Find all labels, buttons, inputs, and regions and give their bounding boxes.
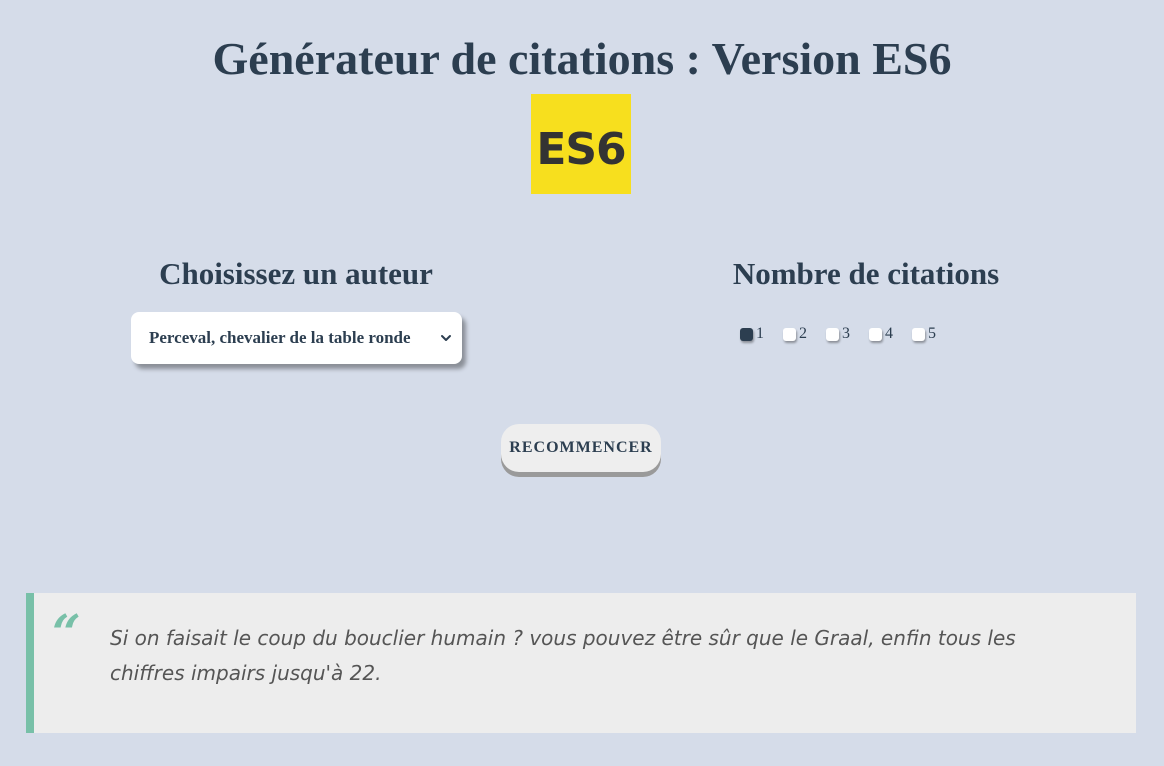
count-label-5: 5 [928, 325, 936, 342]
count-option-5[interactable]: 5 [912, 325, 936, 343]
count-label-4: 4 [885, 325, 893, 342]
page-title: Générateur de citations : Version ES6 [212, 33, 952, 84]
count-checkbox-3[interactable] [826, 327, 839, 341]
count-label-1: 1 [756, 325, 764, 342]
count-label-2: 2 [799, 325, 807, 342]
quote-text: Si on faisait le coup du bouclier humain… [110, 626, 1016, 685]
count-checkbox-2[interactable] [783, 327, 796, 341]
reset-button[interactable]: RECOMMENCER [501, 424, 661, 472]
quote-icon: “ [52, 603, 81, 662]
count-checkbox-5[interactable] [912, 327, 925, 341]
count-option-1[interactable]: 1 [740, 325, 764, 343]
count-checkbox-4[interactable] [869, 327, 882, 341]
author-select-value: Perceval, chevalier de la table ronde [149, 328, 411, 347]
count-option-4[interactable]: 4 [869, 325, 893, 343]
count-section-title: Nombre de citations [732, 256, 1000, 291]
count-option-2[interactable]: 2 [783, 325, 807, 343]
quote-block: “ Si on faisait le coup du bouclier huma… [26, 593, 1136, 733]
author-select[interactable]: Perceval, chevalier de la table ronde [131, 312, 462, 364]
author-section-title: Choisissez un auteur [159, 256, 433, 291]
quote-count-options: 1 2 3 4 5 [740, 322, 955, 346]
count-option-3[interactable]: 3 [826, 325, 850, 343]
chevron-down-icon [441, 335, 451, 341]
es6-logo-text: ES6 [536, 124, 626, 175]
count-checkbox-1[interactable] [740, 327, 753, 341]
count-label-3: 3 [842, 325, 850, 342]
es6-logo: ES6 [531, 94, 631, 194]
